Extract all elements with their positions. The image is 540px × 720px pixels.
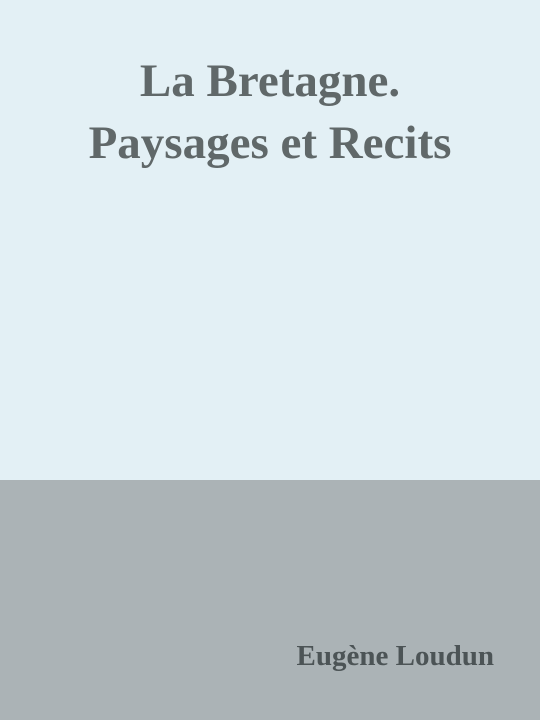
book-title-line-1: La Bretagne. [139, 55, 401, 107]
book-author: Eugène Loudun [296, 640, 494, 672]
book-cover: La Bretagne. Paysages et Recits Eugène L… [0, 0, 540, 720]
cover-title-panel: La Bretagne. Paysages et Recits [0, 0, 540, 480]
cover-author-panel [0, 480, 540, 720]
book-title-line-2: Paysages et Recits [88, 117, 452, 169]
book-title: La Bretagne. Paysages et Recits [0, 50, 540, 174]
